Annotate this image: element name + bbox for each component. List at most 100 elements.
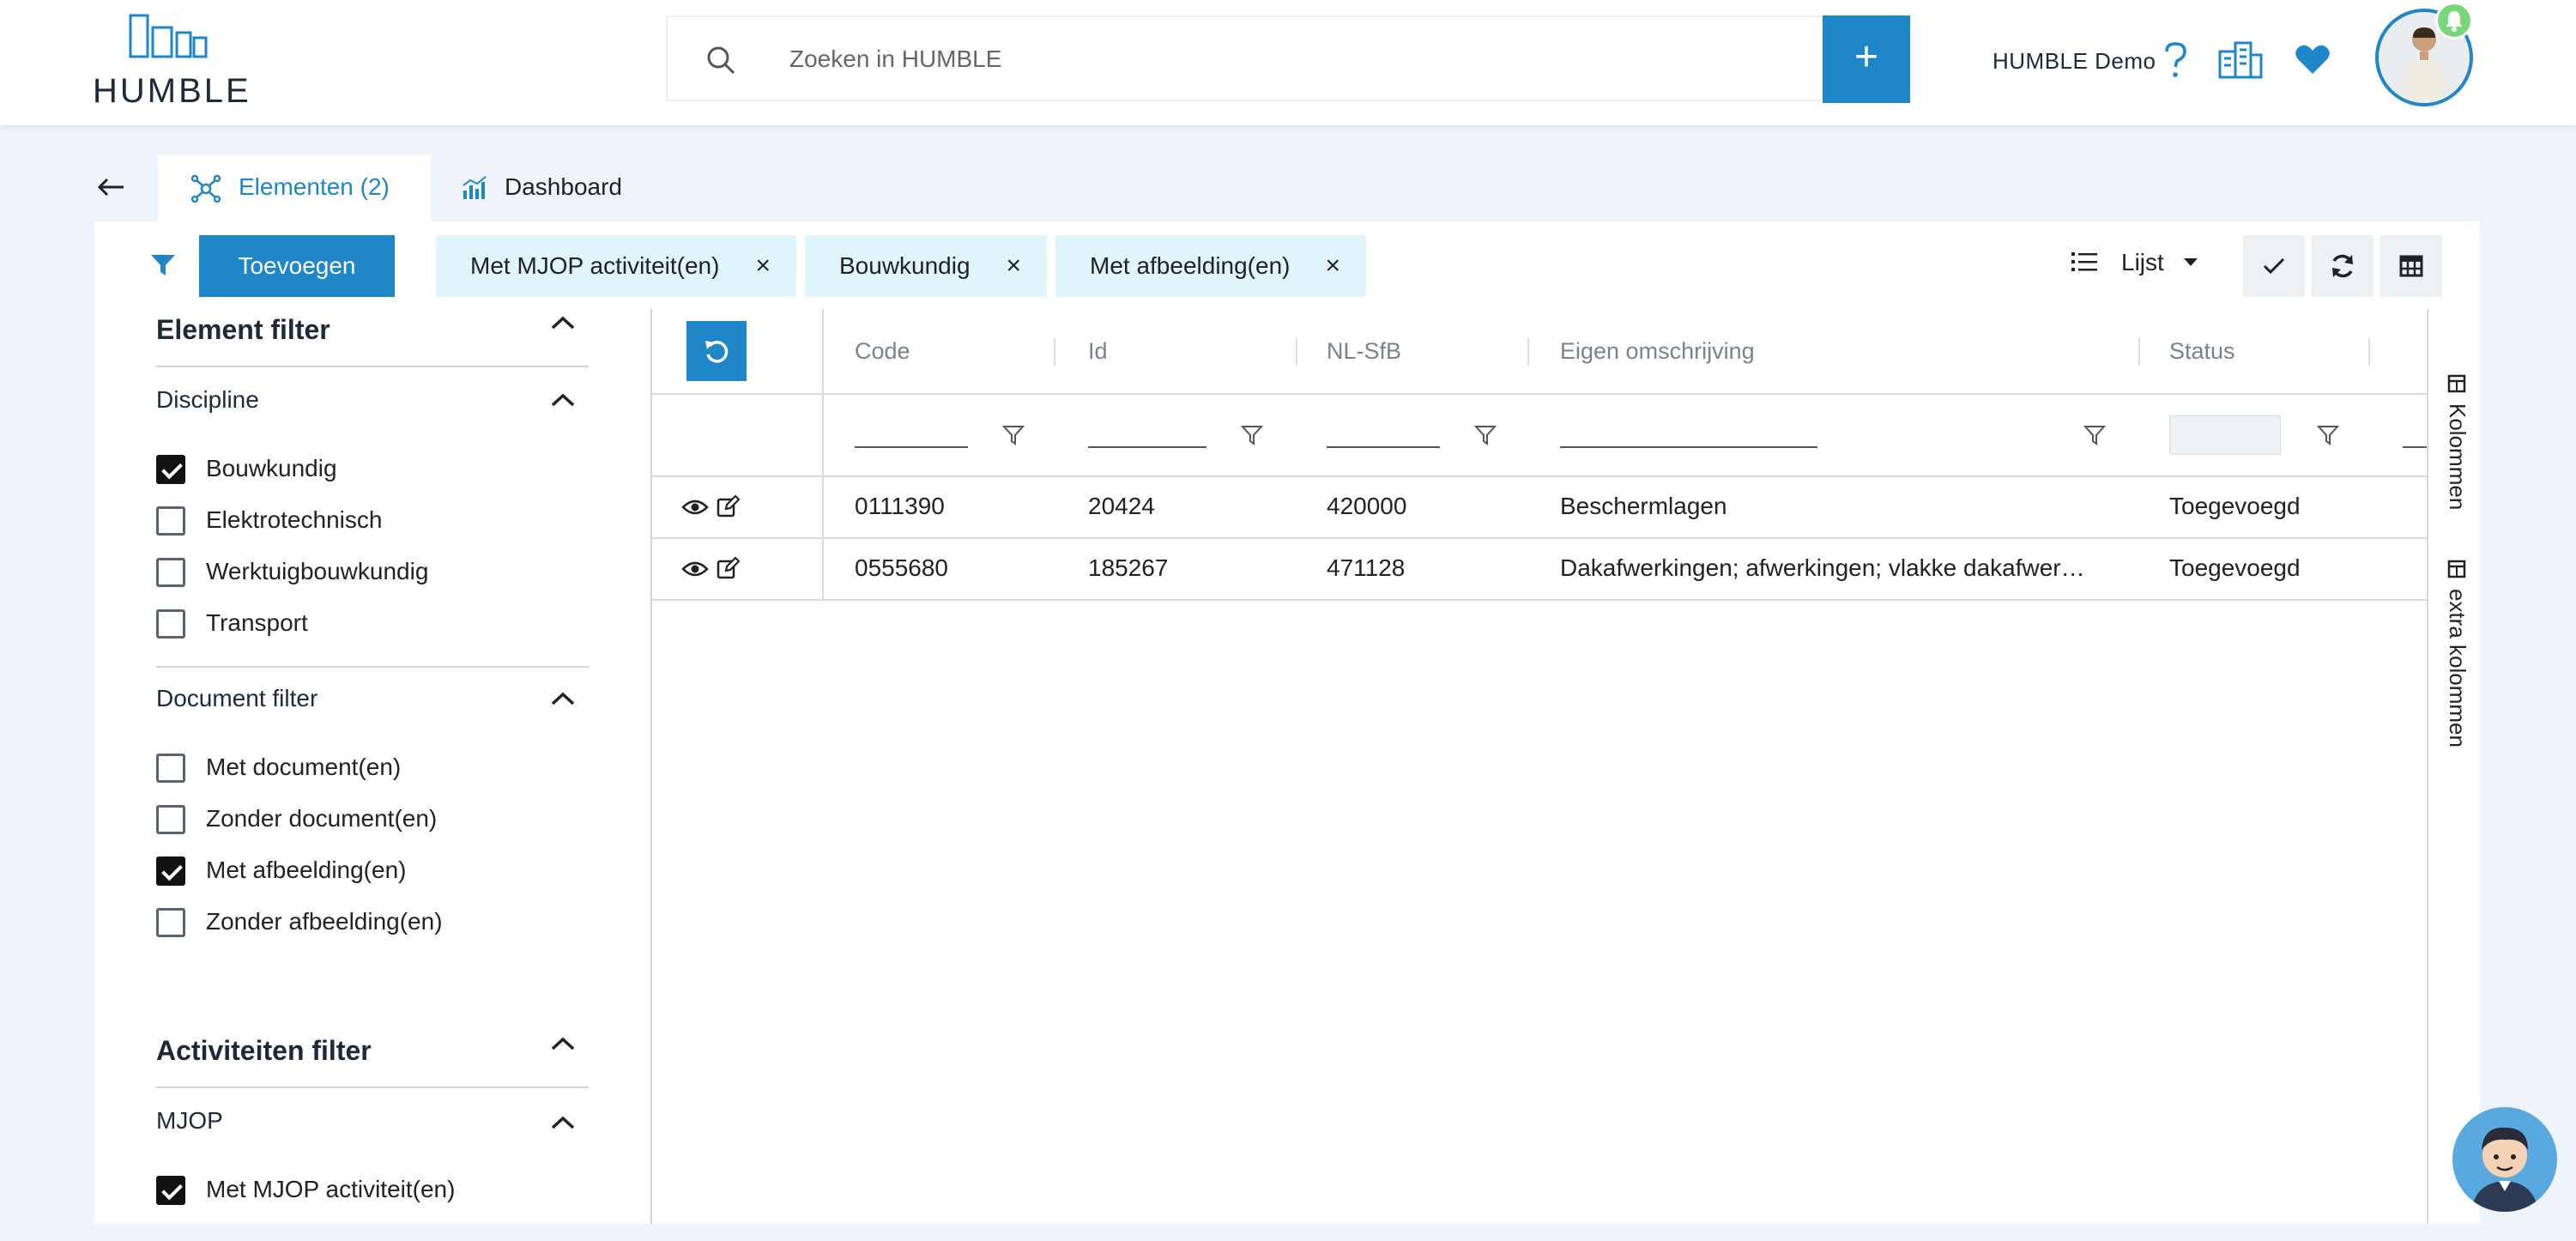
- status-filter-select[interactable]: [2169, 415, 2281, 455]
- extra-kolommen-panel-toggle[interactable]: extra kolommen: [2440, 560, 2476, 766]
- filter-chip-label: Bouwkundig: [839, 252, 971, 279]
- network-icon: [190, 174, 221, 203]
- checkbox-zonder-afbeeldingen[interactable]: [156, 908, 185, 937]
- list-icon: [2071, 252, 2097, 271]
- help-icon[interactable]: [2162, 41, 2188, 79]
- refresh-button[interactable]: [2312, 235, 2373, 297]
- chat-assistant-button[interactable]: [2452, 1107, 2557, 1212]
- kolommen-panel-toggle[interactable]: Kolommen: [2440, 374, 2476, 520]
- code-filter-input[interactable]: [855, 446, 968, 448]
- column-header-id[interactable]: Id: [1088, 338, 1108, 365]
- filter-chip-mjop[interactable]: Met MJOP activiteit(en) ×: [436, 235, 796, 297]
- toevoegen-button[interactable]: Toevoegen: [199, 235, 395, 297]
- cell-code[interactable]: 0111390: [855, 493, 945, 520]
- header-row-line: [652, 393, 2428, 395]
- view-eye-icon[interactable]: [681, 558, 709, 580]
- chevron-up-icon[interactable]: [546, 311, 580, 336]
- side-panel-divider: [2427, 309, 2428, 1224]
- checkbox-label: Bouwkundig: [206, 455, 337, 481]
- view-eye-icon[interactable]: [681, 496, 709, 518]
- close-icon[interactable]: ×: [1006, 235, 1021, 297]
- checkbox-bouwkundig[interactable]: [156, 455, 185, 484]
- buildings-icon[interactable]: [2217, 39, 2264, 79]
- filter-chip-afbeelding[interactable]: Met afbeelding(en) ×: [1055, 235, 1366, 297]
- checkbox-met-documenten[interactable]: [156, 754, 185, 783]
- checkbox-transport[interactable]: [156, 609, 185, 639]
- checkbox-met-afbeeldingen[interactable]: [156, 857, 185, 886]
- chevron-up-icon[interactable]: [546, 687, 580, 712]
- kolommen-label: Kolommen: [2445, 403, 2470, 511]
- checkbox-zonder-documenten[interactable]: [156, 805, 185, 834]
- checkbox-label: Met document(en): [206, 754, 402, 780]
- filter-row-line: [652, 475, 2428, 477]
- cell-status[interactable]: Toegevoegd: [2169, 493, 2301, 520]
- add-button[interactable]: +: [1823, 15, 1910, 103]
- grid-table-icon: [2399, 255, 2423, 277]
- cell-id[interactable]: 20424: [1088, 493, 1155, 520]
- filter-chip-label: Met afbeelding(en): [1090, 252, 1291, 279]
- grid-actions-separator: [822, 309, 824, 601]
- reset-grid-button[interactable]: [686, 321, 747, 381]
- cell-nlsfb[interactable]: 420000: [1327, 493, 1406, 520]
- cell-omschrijving[interactable]: Dakafwerkingen; afwerkingen; vlakke daka…: [1560, 554, 2109, 582]
- back-arrow-icon[interactable]: [96, 175, 125, 199]
- chevron-up-icon[interactable]: [546, 388, 580, 414]
- cell-id[interactable]: 185267: [1088, 554, 1168, 582]
- sidebar-divider: [650, 309, 652, 1224]
- edit-icon[interactable]: [716, 494, 740, 518]
- edit-icon[interactable]: [716, 556, 740, 580]
- close-icon[interactable]: ×: [1325, 235, 1340, 297]
- filter-icon[interactable]: [149, 252, 177, 278]
- tab-dashboard-label: Dashboard: [505, 173, 622, 200]
- column-filter-icon[interactable]: [1241, 424, 1263, 446]
- tab-dashboard[interactable]: Dashboard: [457, 154, 654, 221]
- column-separator: [2368, 338, 2370, 366]
- view-selector[interactable]: Lijst: [2066, 244, 2204, 285]
- divider: [156, 666, 589, 668]
- filter-chip-bouwkundig[interactable]: Bouwkundig ×: [805, 235, 1047, 297]
- chevron-up-icon[interactable]: [546, 1032, 580, 1057]
- cell-omschrijving[interactable]: Beschermlagen: [1560, 493, 1727, 520]
- checkbox-label: Werktuigbouwkundig: [206, 558, 429, 584]
- column-header-nlsfb[interactable]: NL-SfB: [1327, 338, 1401, 365]
- omschrijving-filter-input[interactable]: [1560, 446, 1817, 448]
- refresh-icon: [2332, 254, 2353, 278]
- column-filter-icon[interactable]: [1474, 424, 1497, 446]
- cell-status[interactable]: Toegevoegd: [2169, 554, 2301, 582]
- bell-icon: [2446, 11, 2463, 32]
- extra-filter-input[interactable]: [2403, 446, 2427, 448]
- close-icon[interactable]: ×: [755, 235, 771, 297]
- checkbox-elektrotechnisch[interactable]: [156, 506, 185, 536]
- checkbox-label: Zonder afbeelding(en): [206, 908, 443, 935]
- column-filter-icon[interactable]: [2083, 424, 2106, 446]
- extra-kolommen-label: extra kolommen: [2445, 589, 2470, 748]
- column-header-omschrijving[interactable]: Eigen omschrijving: [1560, 338, 1755, 365]
- column-separator: [1527, 338, 1529, 366]
- table-view-button[interactable]: [2380, 235, 2442, 297]
- id-filter-input[interactable]: [1088, 446, 1206, 448]
- logo-text: HUMBLE: [93, 72, 251, 110]
- checkbox-label: Met afbeelding(en): [206, 857, 407, 883]
- checkbox-werktuigbouwkundig[interactable]: [156, 558, 185, 587]
- divider: [156, 1087, 589, 1088]
- search-input[interactable]: [788, 34, 1778, 84]
- select-all-button[interactable]: [2243, 235, 2305, 297]
- notification-badge[interactable]: [2435, 2, 2473, 39]
- table-row-line: [652, 537, 2428, 539]
- user-label[interactable]: HUMBLE Demo: [1992, 48, 2156, 75]
- favorites-heart-icon[interactable]: [2295, 43, 2331, 76]
- cell-code[interactable]: 0555680: [855, 554, 948, 582]
- column-filter-icon[interactable]: [2317, 424, 2339, 446]
- cell-nlsfb[interactable]: 471128: [1327, 554, 1405, 582]
- column-header-status[interactable]: Status: [2169, 338, 2235, 365]
- filter-chip-label: Met MJOP activiteit(en): [470, 252, 720, 279]
- tab-elementen[interactable]: Elementen (2): [158, 154, 431, 221]
- app-header: HUMBLE + HUMBLE Demo: [0, 0, 2576, 125]
- column-filter-icon[interactable]: [1002, 424, 1025, 446]
- nlsfb-filter-input[interactable]: [1327, 446, 1440, 448]
- mjop-heading: MJOP: [156, 1107, 223, 1134]
- chevron-up-icon[interactable]: [546, 1111, 580, 1136]
- checkbox-met-mjop-activiteiten[interactable]: [156, 1176, 185, 1205]
- column-header-code[interactable]: Code: [855, 338, 910, 365]
- humble-logo-icon: [129, 14, 208, 58]
